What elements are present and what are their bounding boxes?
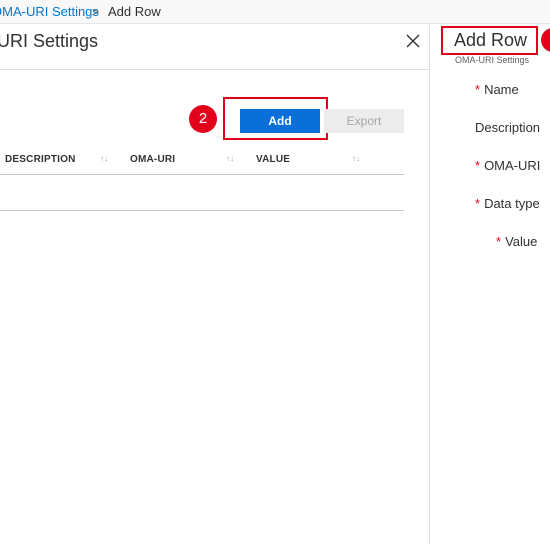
column-header-value[interactable]: VALUE xyxy=(256,145,290,175)
callout-highlight-add-row xyxy=(441,26,538,55)
table-header: DESCRIPTION ↑↓ OMA-URI ↑↓ VALUE ↑↓ xyxy=(0,145,404,175)
required-marker: * xyxy=(475,196,481,211)
export-button[interactable]: Export xyxy=(324,109,404,133)
breadcrumb-link-oma-uri-settings[interactable]: OMA-URI Settings xyxy=(0,0,99,23)
callout-badge-1 xyxy=(541,28,550,52)
add-row-subtitle: OMA-URI Settings xyxy=(455,55,530,65)
sort-icon[interactable]: ↑↓ xyxy=(226,145,234,173)
field-label-text: OMA-URI xyxy=(484,158,541,173)
breadcrumb-current: Add Row xyxy=(108,4,161,19)
field-label-description: Description xyxy=(475,120,540,135)
add-row-blade: Add Row OMA-URI Settings * Name Descripti… xyxy=(430,25,550,544)
sort-icon[interactable]: ↑↓ xyxy=(352,145,360,173)
callout-badge-2: 2 xyxy=(189,105,217,133)
required-marker: * xyxy=(496,234,502,249)
field-label-text: Value xyxy=(505,234,538,249)
sort-icon[interactable]: ↑↓ xyxy=(100,145,108,173)
field-label-text: Data type xyxy=(484,196,540,211)
required-marker: * xyxy=(475,82,481,97)
field-label-oma-uri: * OMA-URI xyxy=(475,158,540,173)
column-header-description[interactable]: DESCRIPTION xyxy=(5,145,76,175)
breadcrumb: OMA-URI Settings > Add Row xyxy=(0,0,550,24)
field-label-text: Name xyxy=(484,82,519,97)
blade-title: URI Settings xyxy=(0,31,99,51)
required-marker: * xyxy=(475,158,481,173)
column-header-oma-uri[interactable]: OMA-URI xyxy=(130,145,175,175)
field-label-data-type: * Data type xyxy=(475,196,540,211)
oma-uri-settings-blade: URI Settings 2 Add Export DESCRIPTION ↑↓… xyxy=(0,25,429,544)
add-button[interactable]: Add xyxy=(240,109,320,133)
close-icon[interactable] xyxy=(404,32,422,50)
table-row-empty xyxy=(0,175,404,211)
breadcrumb-separator-icon: > xyxy=(92,5,100,19)
field-label-value: * Value xyxy=(496,234,537,249)
field-label-name: * Name xyxy=(475,82,519,97)
title-divider xyxy=(0,69,429,70)
field-label-text: Description xyxy=(475,120,541,135)
